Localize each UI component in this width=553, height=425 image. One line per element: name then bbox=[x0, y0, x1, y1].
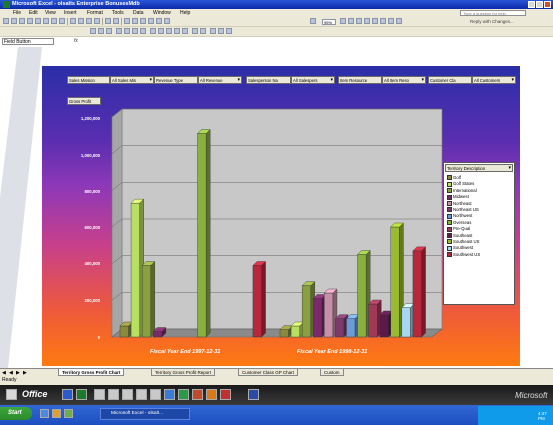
publisher-icon[interactable] bbox=[178, 389, 189, 400]
bar-southwest-us[interactable] bbox=[412, 246, 427, 338]
ie-icon[interactable] bbox=[40, 409, 49, 418]
chart-icon[interactable] bbox=[94, 389, 105, 400]
bar-international[interactable] bbox=[301, 281, 316, 338]
legend-swatch bbox=[447, 207, 452, 213]
frontpage-icon[interactable] bbox=[248, 389, 259, 400]
bar-southeast[interactable] bbox=[379, 310, 393, 338]
excel-icon[interactable] bbox=[76, 389, 87, 400]
legend-swatch bbox=[447, 232, 452, 238]
bar-southeast-us[interactable] bbox=[390, 222, 404, 338]
legend-label: Southwest US bbox=[453, 251, 481, 257]
legend-label: Golf States bbox=[453, 181, 475, 187]
legend-label: Southeast bbox=[453, 232, 473, 238]
legend-swatch bbox=[447, 194, 452, 200]
legend-label: Midwest bbox=[453, 194, 469, 200]
bar-southwest-us[interactable] bbox=[252, 261, 267, 338]
bar-northeast-us[interactable] bbox=[334, 314, 349, 338]
legend-item[interactable]: Midwest bbox=[447, 194, 469, 200]
clock: 4:47 PM bbox=[538, 411, 547, 421]
legend-swatch bbox=[447, 213, 452, 219]
start-button[interactable]: Start bbox=[0, 407, 32, 420]
access-icon[interactable] bbox=[192, 389, 203, 400]
folder-icon[interactable] bbox=[150, 389, 161, 400]
bar-international[interactable] bbox=[141, 261, 156, 338]
close-toolbar-icon[interactable] bbox=[220, 389, 231, 400]
legend[interactable]: Territory Description GolfGolf StatesInt… bbox=[443, 162, 515, 305]
legend-label: Pre-Qual bbox=[453, 226, 471, 232]
legend-field-territory[interactable]: Territory Description bbox=[445, 164, 513, 172]
bar-golf-states[interactable] bbox=[290, 321, 305, 338]
desktop-icon[interactable] bbox=[64, 409, 73, 418]
legend-label: Overseas bbox=[453, 219, 472, 225]
legend-item[interactable]: Southwest bbox=[447, 245, 473, 251]
bar-midwest[interactable] bbox=[312, 294, 327, 338]
legend-swatch bbox=[447, 239, 452, 245]
office-label: Office bbox=[22, 389, 48, 399]
legend-swatch bbox=[447, 181, 452, 187]
legend-item[interactable]: Southwest US bbox=[447, 252, 480, 258]
bar-golf[interactable] bbox=[119, 321, 134, 338]
tab-territory-gross-profit-chart[interactable]: Territory Gross Profit Chart bbox=[58, 369, 125, 376]
bar-northeast[interactable] bbox=[323, 288, 338, 338]
legend-label: Northwest bbox=[453, 213, 473, 219]
bar-southwest[interactable] bbox=[401, 303, 415, 338]
legend-label: Southwest bbox=[453, 245, 474, 251]
legend-swatch bbox=[447, 220, 452, 226]
legend-item[interactable]: Southeast US bbox=[447, 239, 480, 245]
explorer-icon[interactable] bbox=[52, 409, 61, 418]
legend-item[interactable]: Pre-Qual bbox=[447, 226, 470, 232]
bar-pre-qual[interactable] bbox=[368, 299, 382, 338]
legend-swatch bbox=[447, 200, 452, 206]
legend-item[interactable]: Golf bbox=[447, 175, 461, 181]
legend-label: Northeast US bbox=[453, 207, 479, 212]
legend-item[interactable]: Northwest bbox=[447, 213, 472, 219]
legend-swatch bbox=[447, 226, 452, 232]
tab-custom[interactable]: Custom bbox=[320, 369, 344, 376]
microsoft-label: Microsoft bbox=[515, 391, 548, 400]
tab-customer-class-gp-chart[interactable]: Customer Class GP Chart bbox=[238, 369, 298, 376]
taskbar bbox=[0, 405, 553, 425]
bar-overseas[interactable] bbox=[197, 129, 211, 338]
status-text: Ready bbox=[2, 377, 17, 383]
category-label: Fiscal Year End 1998-12-31 bbox=[297, 349, 368, 355]
powerpoint-icon[interactable] bbox=[206, 389, 217, 400]
legend-swatch bbox=[447, 252, 452, 258]
bar-northwest[interactable] bbox=[345, 314, 360, 338]
legend-label: Golf bbox=[453, 175, 461, 180]
calendar-icon[interactable] bbox=[108, 389, 119, 400]
legend-item[interactable]: Southeast bbox=[447, 233, 472, 239]
document-icon[interactable] bbox=[122, 389, 133, 400]
tab-territory-gross-profit-report[interactable]: Territory Gross Profit Report bbox=[151, 369, 216, 376]
bar-overseas[interactable] bbox=[357, 250, 371, 338]
word-icon[interactable] bbox=[62, 389, 73, 400]
legend-swatch bbox=[447, 188, 452, 194]
notes-icon[interactable] bbox=[136, 389, 147, 400]
category-label: Fiscal Year End 1997-12-31 bbox=[150, 349, 221, 355]
legend-label: International bbox=[453, 187, 477, 193]
legend-swatch bbox=[447, 175, 452, 181]
taskbar-item-excel[interactable]: Microsoft Excel - olsalt... bbox=[100, 408, 190, 420]
bar-golf-states[interactable] bbox=[130, 198, 145, 338]
legend-item[interactable]: International bbox=[447, 188, 477, 194]
status-bar: Ready bbox=[0, 376, 553, 385]
legend-swatch bbox=[447, 245, 452, 251]
office-logo-icon[interactable] bbox=[6, 389, 17, 400]
legend-item[interactable]: Northeast US bbox=[447, 207, 479, 213]
outlook-icon[interactable] bbox=[164, 389, 175, 400]
legend-item[interactable]: Golf States bbox=[447, 181, 474, 187]
legend-item[interactable]: Northeast bbox=[447, 201, 472, 207]
legend-label: Southeast US bbox=[453, 239, 480, 244]
legend-label: Northeast bbox=[453, 200, 472, 206]
legend-item[interactable]: Overseas bbox=[447, 220, 471, 226]
